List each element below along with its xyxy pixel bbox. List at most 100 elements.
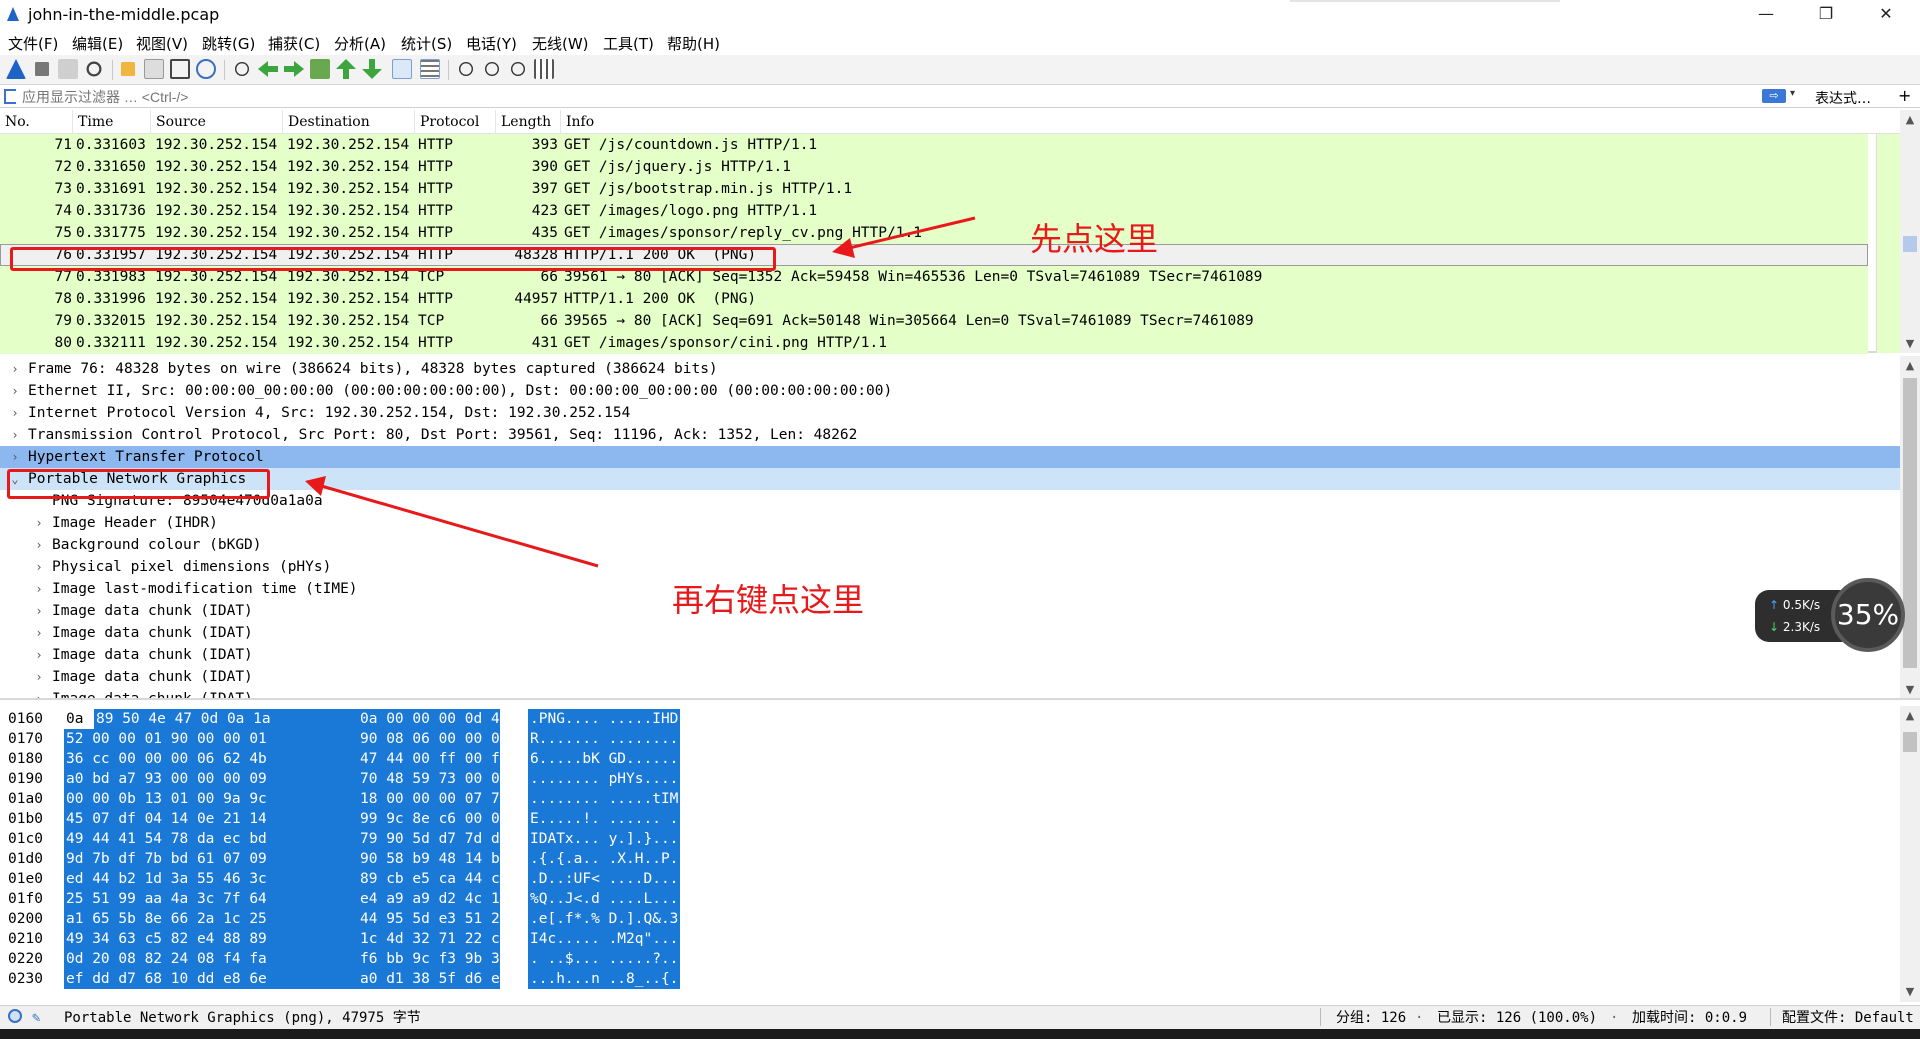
hex-row[interactable]: 01f0 25 51 99 aa 4a 3c 7f 64 e4 a9 a9 d2 4… [0, 889, 1890, 909]
column-header-source[interactable]: Source [156, 114, 206, 130]
reload-file-icon[interactable] [196, 59, 216, 79]
normal-size-icon[interactable] [511, 62, 525, 76]
detail-tree-row[interactable]: › Frame 76: 48328 bytes on wire (386624 b… [0, 358, 1900, 380]
menu-telephony[interactable]: 电话(Y) [466, 33, 517, 54]
hex-row[interactable]: 0230 ef dd d7 68 10 dd e8 6e a0 d1 38 5f d… [0, 969, 1890, 989]
packet-list-scrollbar[interactable]: ▲ ▼ [1900, 110, 1920, 353]
capture-options-icon[interactable] [86, 61, 102, 77]
menu-wireless[interactable]: 无线(W) [532, 33, 589, 54]
packet-minimap[interactable] [1876, 134, 1900, 353]
hex-row[interactable]: 0210 49 34 63 c5 82 e4 88 89 1c 4d 32 71 2… [0, 929, 1890, 949]
colorize-icon[interactable] [420, 59, 440, 79]
detail-tree-row[interactable]: PNG Signature: 89504e470d0a1a0a [0, 490, 1900, 512]
close-button[interactable]: ✕ [1860, 0, 1912, 30]
add-filter-button[interactable]: + [1898, 86, 1911, 105]
column-header-no[interactable]: No. [5, 114, 30, 130]
hex-row[interactable]: 01d0 9d 7b df 7b bd 61 07 09 90 58 b9 48 1… [0, 849, 1890, 869]
scroll-thumb[interactable] [1903, 378, 1917, 668]
hex-row[interactable]: 0220 0d 20 08 82 24 08 f4 fa f6 bb 9c f3 9… [0, 949, 1890, 969]
autoscroll-icon[interactable] [392, 59, 412, 79]
zoom-out-icon[interactable] [485, 62, 499, 76]
menu-file[interactable]: 文件(F) [8, 33, 58, 54]
packet-row[interactable]: 74 0.331736 192.30.252.154 192.30.252.154 HT… [0, 200, 1868, 222]
menu-edit[interactable]: 编辑(E) [72, 33, 123, 54]
close-file-icon[interactable] [170, 59, 190, 79]
detail-tree-row[interactable]: › Image data chunk (IDAT) [0, 600, 1900, 622]
resize-columns-icon[interactable] [534, 59, 554, 79]
hex-row[interactable]: 0200 a1 65 5b 8e 66 2a 1c 25 44 95 5d e3 5… [0, 909, 1890, 929]
expand-right-icon[interactable]: › [8, 424, 22, 446]
scroll-down-icon[interactable]: ▼ [1900, 984, 1920, 1000]
detail-tree-row[interactable]: › Image data chunk (IDAT) [0, 666, 1900, 688]
detail-tree-row[interactable]: › Physical pixel dimensions (pHYs) [0, 556, 1900, 578]
menu-view[interactable]: 视图(V) [136, 33, 188, 54]
scroll-up-icon[interactable]: ▲ [1900, 708, 1920, 724]
expand-right-icon[interactable]: › [8, 358, 22, 380]
detail-tree-row[interactable]: › Image data chunk (IDAT) [0, 644, 1900, 666]
packet-row[interactable]: 79 0.332015 192.30.252.154 192.30.252.154 TC… [0, 310, 1868, 332]
menu-go[interactable]: 跳转(G) [202, 33, 255, 54]
scroll-up-icon[interactable]: ▲ [1900, 112, 1920, 128]
packet-row[interactable]: 75 0.331775 192.30.252.154 192.30.252.154 HT… [0, 222, 1868, 244]
expand-right-icon[interactable]: › [8, 402, 22, 424]
hex-row[interactable]: 01a0 00 00 0b 13 01 00 9a 9c 18 00 00 00 0… [0, 789, 1890, 809]
go-forward-icon[interactable] [284, 61, 304, 77]
bookmark-icon[interactable] [4, 89, 16, 104]
detail-tree-row[interactable]: › Ethernet II, Src: 00:00:00_00:00:00 (00… [0, 380, 1900, 402]
expert-info-icon[interactable] [8, 1009, 22, 1023]
detail-tree-row[interactable]: › Image last-modification time (tIME) [0, 578, 1900, 600]
column-header-info[interactable]: Info [566, 114, 594, 130]
expand-right-icon[interactable]: › [32, 622, 46, 644]
go-to-packet-icon[interactable] [310, 59, 330, 79]
menu-statistics[interactable]: 统计(S) [401, 33, 452, 54]
expand-right-icon[interactable]: › [32, 600, 46, 622]
zoom-in-icon[interactable] [459, 62, 473, 76]
column-header-time[interactable]: Time [78, 114, 113, 130]
expand-right-icon[interactable]: › [32, 688, 46, 698]
column-header-destination[interactable]: Destination [288, 114, 370, 130]
packet-row[interactable]: 71 0.331603 192.30.252.154 192.30.252.154 HT… [0, 134, 1868, 156]
scroll-down-icon[interactable]: ▼ [1900, 336, 1920, 352]
expression-button[interactable]: 表达式… [1815, 88, 1871, 108]
packet-row[interactable]: 72 0.331650 192.30.252.154 192.30.252.154 HT… [0, 156, 1868, 178]
expand-right-icon[interactable]: › [32, 556, 46, 578]
hex-row[interactable]: 01c0 49 44 41 54 78 da ec bd 79 90 5d d7 7… [0, 829, 1890, 849]
menu-analyze[interactable]: 分析(A) [334, 33, 386, 54]
menu-capture[interactable]: 捕获(C) [268, 33, 320, 54]
restore-button[interactable]: ❐ [1800, 0, 1852, 30]
status-profile[interactable]: 配置文件: Default [1782, 1007, 1914, 1029]
column-header-protocol[interactable]: Protocol [420, 114, 479, 130]
find-packet-icon[interactable] [235, 62, 249, 76]
network-speed-widget[interactable]: ↑ 0.5K/s ↓ 2.3K/s 35% [1755, 578, 1905, 656]
hex-row[interactable]: 0160 0a 89 50 4e 47 0d 0a 1a 0a 00 00 00 0d… [0, 709, 1890, 729]
first-packet-icon[interactable] [336, 59, 356, 79]
detail-tree-row[interactable]: › Hypertext Transfer Protocol [0, 446, 1900, 468]
apply-filter-button[interactable]: ⇨ [1762, 89, 1786, 103]
expand-right-icon[interactable]: › [32, 644, 46, 666]
go-back-icon[interactable] [258, 61, 278, 77]
detail-tree-row[interactable]: › Internet Protocol Version 4, Src: 192.3… [0, 402, 1900, 424]
menu-tools[interactable]: 工具(T) [603, 33, 654, 54]
expand-right-icon[interactable]: › [8, 446, 22, 468]
hex-row[interactable]: 01b0 45 07 df 04 14 0e 21 14 99 9c 8e c6 0… [0, 809, 1890, 829]
column-header-length[interactable]: Length [501, 114, 551, 130]
last-packet-icon[interactable] [362, 59, 382, 79]
filter-history-dropdown[interactable]: ▾ [1790, 88, 1795, 99]
expand-right-icon[interactable]: › [32, 534, 46, 556]
menu-help[interactable]: 帮助(H) [667, 33, 720, 54]
expand-right-icon[interactable]: › [32, 666, 46, 688]
hex-row[interactable]: 0180 36 cc 00 00 00 06 62 4b 47 44 00 ff 0… [0, 749, 1890, 769]
expand-right-icon[interactable]: › [8, 380, 22, 402]
hex-row[interactable]: 0190 a0 bd a7 93 00 00 00 09 70 48 59 73 0… [0, 769, 1890, 789]
edit-comment-icon[interactable]: ✎ [32, 1007, 40, 1029]
minimize-button[interactable]: — [1740, 0, 1792, 30]
detail-tree-row[interactable]: › Image data chunk (IDAT) [0, 622, 1900, 644]
hex-row[interactable]: 0170 52 00 00 01 90 00 00 01 90 08 06 00 0… [0, 729, 1890, 749]
detail-tree-row[interactable]: › Image Header (IHDR) [0, 512, 1900, 534]
scroll-thumb[interactable] [1903, 732, 1917, 752]
hex-row[interactable]: 01e0 ed 44 b2 1d 3a 55 46 3c 89 cb e5 ca 4… [0, 869, 1890, 889]
stop-capture-icon[interactable] [35, 62, 49, 76]
start-capture-icon[interactable] [6, 59, 26, 79]
scroll-thumb[interactable] [1903, 236, 1917, 252]
detail-tree-row[interactable]: › Transmission Control Protocol, Src Port… [0, 424, 1900, 446]
